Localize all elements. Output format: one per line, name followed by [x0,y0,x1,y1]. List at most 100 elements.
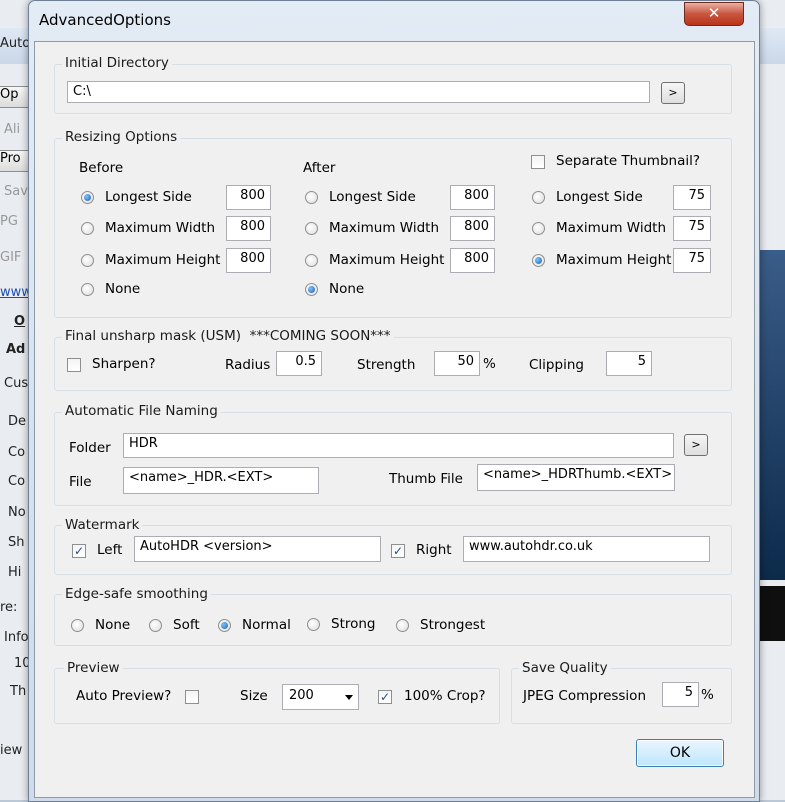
dialog-client-area: Initial Directory C:\ > Resizing Options… [34,41,755,798]
file-pattern-input[interactable]: <name>_HDR.<EXT> [123,467,319,494]
initial-directory-input[interactable]: C:\ [67,81,650,103]
auto-preview-checkbox[interactable] [185,690,199,704]
background-text: Co [8,445,26,460]
after-none-label: None [329,281,365,297]
before-none-radio[interactable] [81,283,94,296]
close-icon: ✕ [707,4,721,22]
edge-smoothing-label: Edge-safe smoothing [62,586,211,602]
before-max-height-input[interactable]: 800 [226,248,271,273]
browse-folder-button[interactable]: > [684,434,708,456]
edge-soft-label: Soft [173,617,200,633]
thumb-max-height-label: Maximum Height [556,252,672,268]
watermark-left-checkbox[interactable]: ✓ [72,544,86,558]
thumb-max-height-radio[interactable] [532,254,545,267]
edge-strong-radio[interactable] [307,618,320,631]
radius-label: Radius [225,357,271,373]
usm-coming-soon: ***COMING SOON*** [249,328,391,344]
after-longest-side-input[interactable]: 800 [450,185,495,210]
folder-label: Folder [69,440,111,456]
folder-input[interactable]: HDR [123,433,674,458]
preview-label: Preview [64,660,123,676]
strength-label: Strength [357,357,416,373]
background-text: Th [10,684,27,699]
before-longest-side-radio[interactable] [81,191,94,204]
background-tab[interactable]: Ad [6,342,25,357]
ok-button[interactable]: OK [636,739,724,767]
background-text: No [8,505,26,520]
before-longest-side-input[interactable]: 800 [226,185,271,210]
clipping-input[interactable]: 5 [606,351,652,376]
watermark-right-label: Right [416,542,452,558]
background-button[interactable]: Op [0,86,31,108]
thumb-file-pattern-input[interactable]: <name>_HDRThumb.<EXT> [477,464,675,491]
separate-thumbnail-checkbox[interactable] [531,155,545,169]
edge-normal-radio[interactable] [218,619,231,632]
before-max-width-input[interactable]: 800 [226,216,271,241]
after-max-height-input[interactable]: 800 [450,248,495,273]
separate-thumbnail-label: Separate Thumbnail? [556,153,701,169]
edge-soft-radio[interactable] [149,619,162,632]
watermark-left-input[interactable]: AutoHDR <version> [134,536,381,562]
thumb-longest-side-radio[interactable] [532,191,545,204]
after-longest-side-radio[interactable] [305,191,318,204]
background-button[interactable]: Pro [0,150,31,172]
background-text: GIF [0,250,22,265]
background-text: iew [0,743,23,758]
size-label: Size [240,688,268,704]
watermark-right-input[interactable]: www.autohdr.co.uk [463,536,710,562]
background-text: PG [0,214,18,229]
dialog-title: AdvancedOptions [39,11,171,29]
background-title: Auto [0,36,31,51]
usm-label: Final unsharp mask (USM) ***COMING SOON*… [62,328,394,344]
browse-directory-button[interactable]: > [661,82,685,104]
thumb-file-label: Thumb File [389,471,463,487]
sharpen-checkbox[interactable] [67,358,81,372]
background-tab[interactable]: O [14,314,25,329]
after-max-height-radio[interactable] [305,254,318,267]
before-max-width-label: Maximum Width [105,220,216,236]
background-text: Sh [8,535,25,550]
save-quality-label: Save Quality [519,660,611,676]
radius-input[interactable]: 0.5 [276,351,322,376]
edge-none-label: None [95,617,131,633]
before-none-label: None [105,281,141,297]
close-button[interactable]: ✕ [684,2,744,26]
background-text: Sav [4,184,28,199]
background-image [757,250,785,580]
background-text: Co [8,474,26,489]
thumb-longest-side-label: Longest Side [556,189,643,205]
after-none-radio[interactable] [305,283,318,296]
resizing-options-label: Resizing Options [62,129,181,145]
edge-strongest-radio[interactable] [396,619,409,632]
after-max-width-label: Maximum Width [329,220,440,236]
after-max-width-input[interactable]: 800 [450,216,495,241]
edge-none-radio[interactable] [71,619,84,632]
sharpen-label: Sharpen? [92,356,156,372]
background-text: re: [0,600,18,615]
thumb-max-height-input[interactable]: 75 [673,248,711,273]
before-longest-side-label: Longest Side [105,189,192,205]
chevron-down-icon [345,695,353,700]
crop-checkbox[interactable]: ✓ [378,690,392,704]
background-text: De [8,414,27,429]
strength-input[interactable]: 50 [434,351,480,376]
preview-size-select[interactable]: 200 [282,684,359,710]
before-max-height-radio[interactable] [81,254,94,267]
thumb-max-width-input[interactable]: 75 [673,216,711,241]
before-max-width-radio[interactable] [81,222,94,235]
jpeg-compression-input[interactable]: 5 [662,682,699,707]
watermark-right-checkbox[interactable]: ✓ [391,544,405,558]
jpeg-compression-label: JPEG Compression [523,688,647,704]
auto-preview-label: Auto Preview? [76,688,172,704]
watermark-label: Watermark [62,517,143,533]
thumb-longest-side-input[interactable]: 75 [673,185,711,210]
before-max-height-label: Maximum Height [105,252,221,268]
after-max-width-radio[interactable] [305,222,318,235]
thumb-max-width-radio[interactable] [532,222,545,235]
background-text: Info [4,630,29,645]
strength-unit: % [483,356,496,372]
before-heading: Before [79,160,124,176]
after-heading: After [303,160,336,176]
advanced-options-dialog: AdvancedOptions ✕ Initial Directory C:\ … [28,0,760,802]
edge-normal-label: Normal [242,617,291,633]
